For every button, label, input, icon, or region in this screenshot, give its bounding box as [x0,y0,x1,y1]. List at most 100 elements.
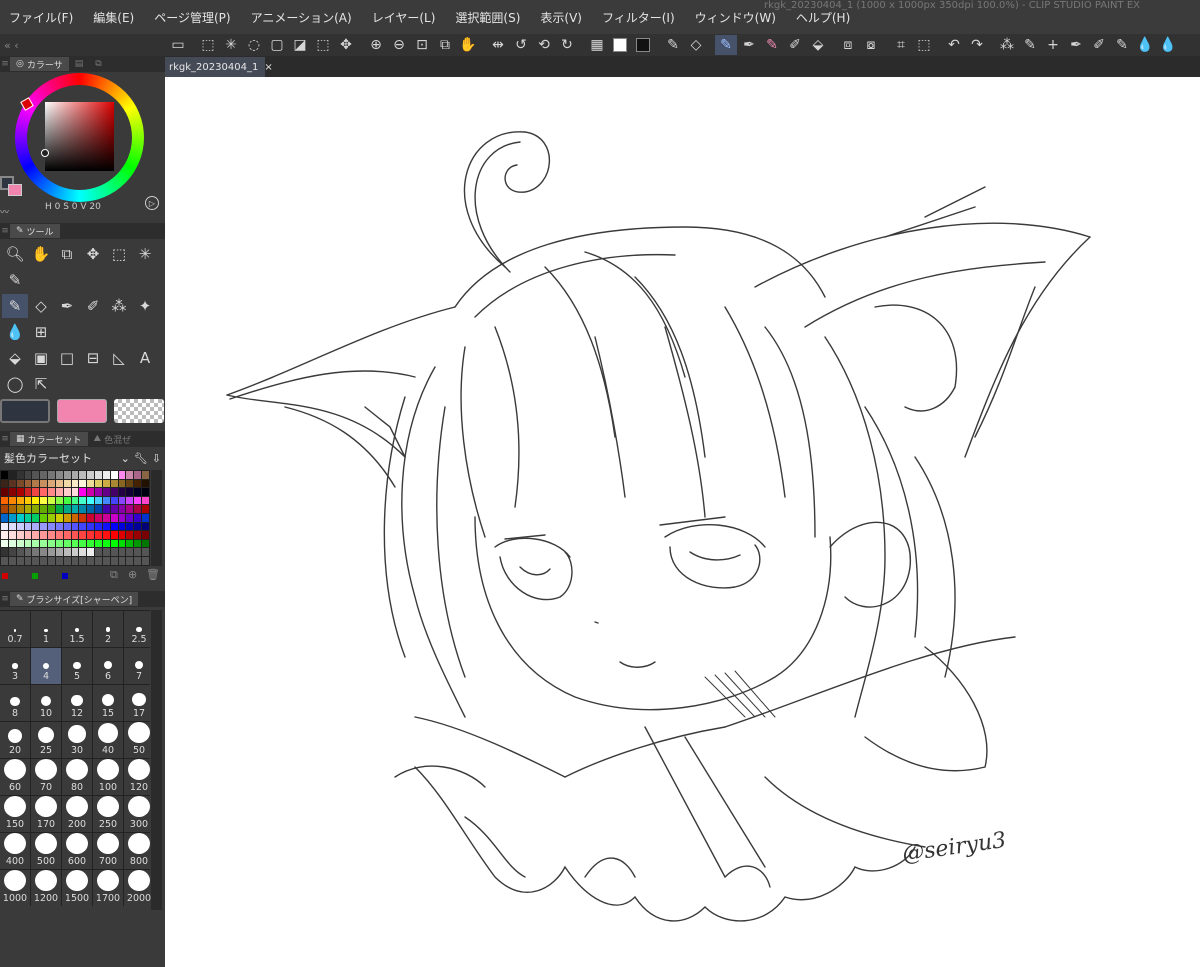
color-chip[interactable] [8,505,16,513]
color-chip[interactable] [1,513,8,522]
tab-tool[interactable]: ✎ ツール [10,224,60,238]
lasso-icon[interactable]: ◌ [243,35,265,55]
color-chip[interactable] [95,488,102,496]
grip-icon[interactable]: ≡ [0,594,10,604]
color-chip[interactable] [79,513,87,522]
color-chip[interactable] [102,531,110,539]
eraser-tool-icon[interactable]: ◇ [28,294,54,318]
color-chip[interactable] [40,548,48,556]
brush-size-12[interactable]: 12 [62,685,92,721]
brush-size-70[interactable]: 70 [31,759,61,795]
color-chip[interactable] [16,505,24,513]
color-chip[interactable] [126,548,134,556]
color-chip[interactable] [55,548,63,556]
brush-size-1[interactable]: 1 [31,611,61,647]
color-chip[interactable] [55,471,63,479]
color-chip[interactable] [87,488,95,496]
hue-marker[interactable] [20,97,34,111]
menu-item-4[interactable]: レイヤー(L) [362,9,436,26]
color-chip[interactable] [48,531,55,539]
color-chip[interactable] [63,513,71,522]
color-chip[interactable] [63,539,71,548]
brush-size-3[interactable]: 3 [0,648,30,684]
color-chip[interactable] [95,539,102,548]
color-chip[interactable] [87,548,95,556]
airbrush-tool-icon[interactable]: ⁂ [106,294,132,318]
color-chip[interactable] [134,471,142,479]
blend-2-icon[interactable]: 💧 [1157,35,1179,55]
color-chip[interactable] [71,513,79,522]
color-chip[interactable] [134,548,142,556]
pencil-tool-icon[interactable]: ✎ [2,294,28,318]
brush-size-1.5[interactable]: 1.5 [62,611,92,647]
color-chip[interactable] [55,513,63,522]
color-chip[interactable] [1,522,8,531]
color-chip[interactable] [55,522,63,531]
rotate-right-icon[interactable]: ↻ [556,35,578,55]
menu-item-3[interactable]: アニメーション(A) [241,9,352,26]
swap-icon[interactable]: 〰 [0,205,9,218]
color-chip[interactable] [87,539,95,548]
color-chip[interactable] [32,488,40,496]
brush-size-8[interactable]: 8 [0,685,30,721]
redo-icon[interactable]: ↷ [966,35,988,55]
color-chip[interactable] [63,522,71,531]
color-chip[interactable] [118,471,126,479]
color-chip[interactable] [79,522,87,531]
fill-tool-icon[interactable]: ⬙ [2,346,28,370]
color-chip[interactable] [32,479,40,488]
color-chip[interactable] [142,513,149,522]
tab-color-mix[interactable]: ⛰ 色混ぜ [88,432,138,446]
color-chip[interactable] [8,556,16,565]
color-chip[interactable] [102,513,110,522]
color-chip[interactable] [102,548,110,556]
flip-icon[interactable]: ⇹ [487,35,509,55]
decoration-tool-icon[interactable]: ✦ [132,294,158,318]
menu-item-5[interactable]: 選択範囲(S) [445,9,520,26]
color-chip[interactable] [48,479,55,488]
brush-size-2.5[interactable]: 2.5 [124,611,154,647]
color-chip[interactable] [40,471,48,479]
color-chip[interactable] [79,471,87,479]
color-chip[interactable] [118,548,126,556]
brush-size-400[interactable]: 400 [0,833,30,869]
main-color-swatch[interactable] [0,399,50,423]
color-chip[interactable] [126,488,134,496]
color-chip[interactable] [95,531,102,539]
color-chip[interactable] [87,522,95,531]
pen-3-icon[interactable]: ✎ [1111,35,1133,55]
brush-size-1200[interactable]: 1200 [31,870,61,906]
brush-scrollbar[interactable] [151,610,162,910]
spray-icon[interactable]: ⁂ [996,35,1018,55]
color-chip[interactable] [102,556,110,565]
color-chip[interactable] [32,505,40,513]
copy-icon[interactable]: ⧉ [110,568,118,582]
color-chip[interactable] [55,539,63,548]
color-chip[interactable] [134,505,142,513]
grip-icon[interactable]: ≡ [0,59,10,69]
brush-size-500[interactable]: 500 [31,833,61,869]
color-chip[interactable] [79,531,87,539]
color-chip[interactable] [142,548,149,556]
brush-size-700[interactable]: 700 [93,833,123,869]
color-chip[interactable] [40,531,48,539]
color-chip[interactable] [63,556,71,565]
color-chip[interactable] [126,471,134,479]
color-chip[interactable] [118,513,126,522]
color-chip[interactable] [71,505,79,513]
pen-tool-icon[interactable]: ✒ [54,294,80,318]
clear-selection-icon[interactable]: ⬚ [312,35,334,55]
pen-icon[interactable]: ✒ [738,35,760,55]
rotate-reset-icon[interactable]: ⟲ [533,35,555,55]
zoom-in-icon[interactable]: ⊕ [365,35,387,55]
color-chip[interactable] [110,531,118,539]
color-chip[interactable] [32,556,40,565]
eraser-icon[interactable]: ◇ [685,35,707,55]
color-chip[interactable] [48,556,55,565]
color-chip[interactable] [16,496,24,505]
crop-icon[interactable]: ⌗ [890,35,912,55]
color-chip[interactable] [40,513,48,522]
color-chip[interactable] [55,505,63,513]
color-chip[interactable] [142,556,149,565]
brush-size-600[interactable]: 600 [62,833,92,869]
